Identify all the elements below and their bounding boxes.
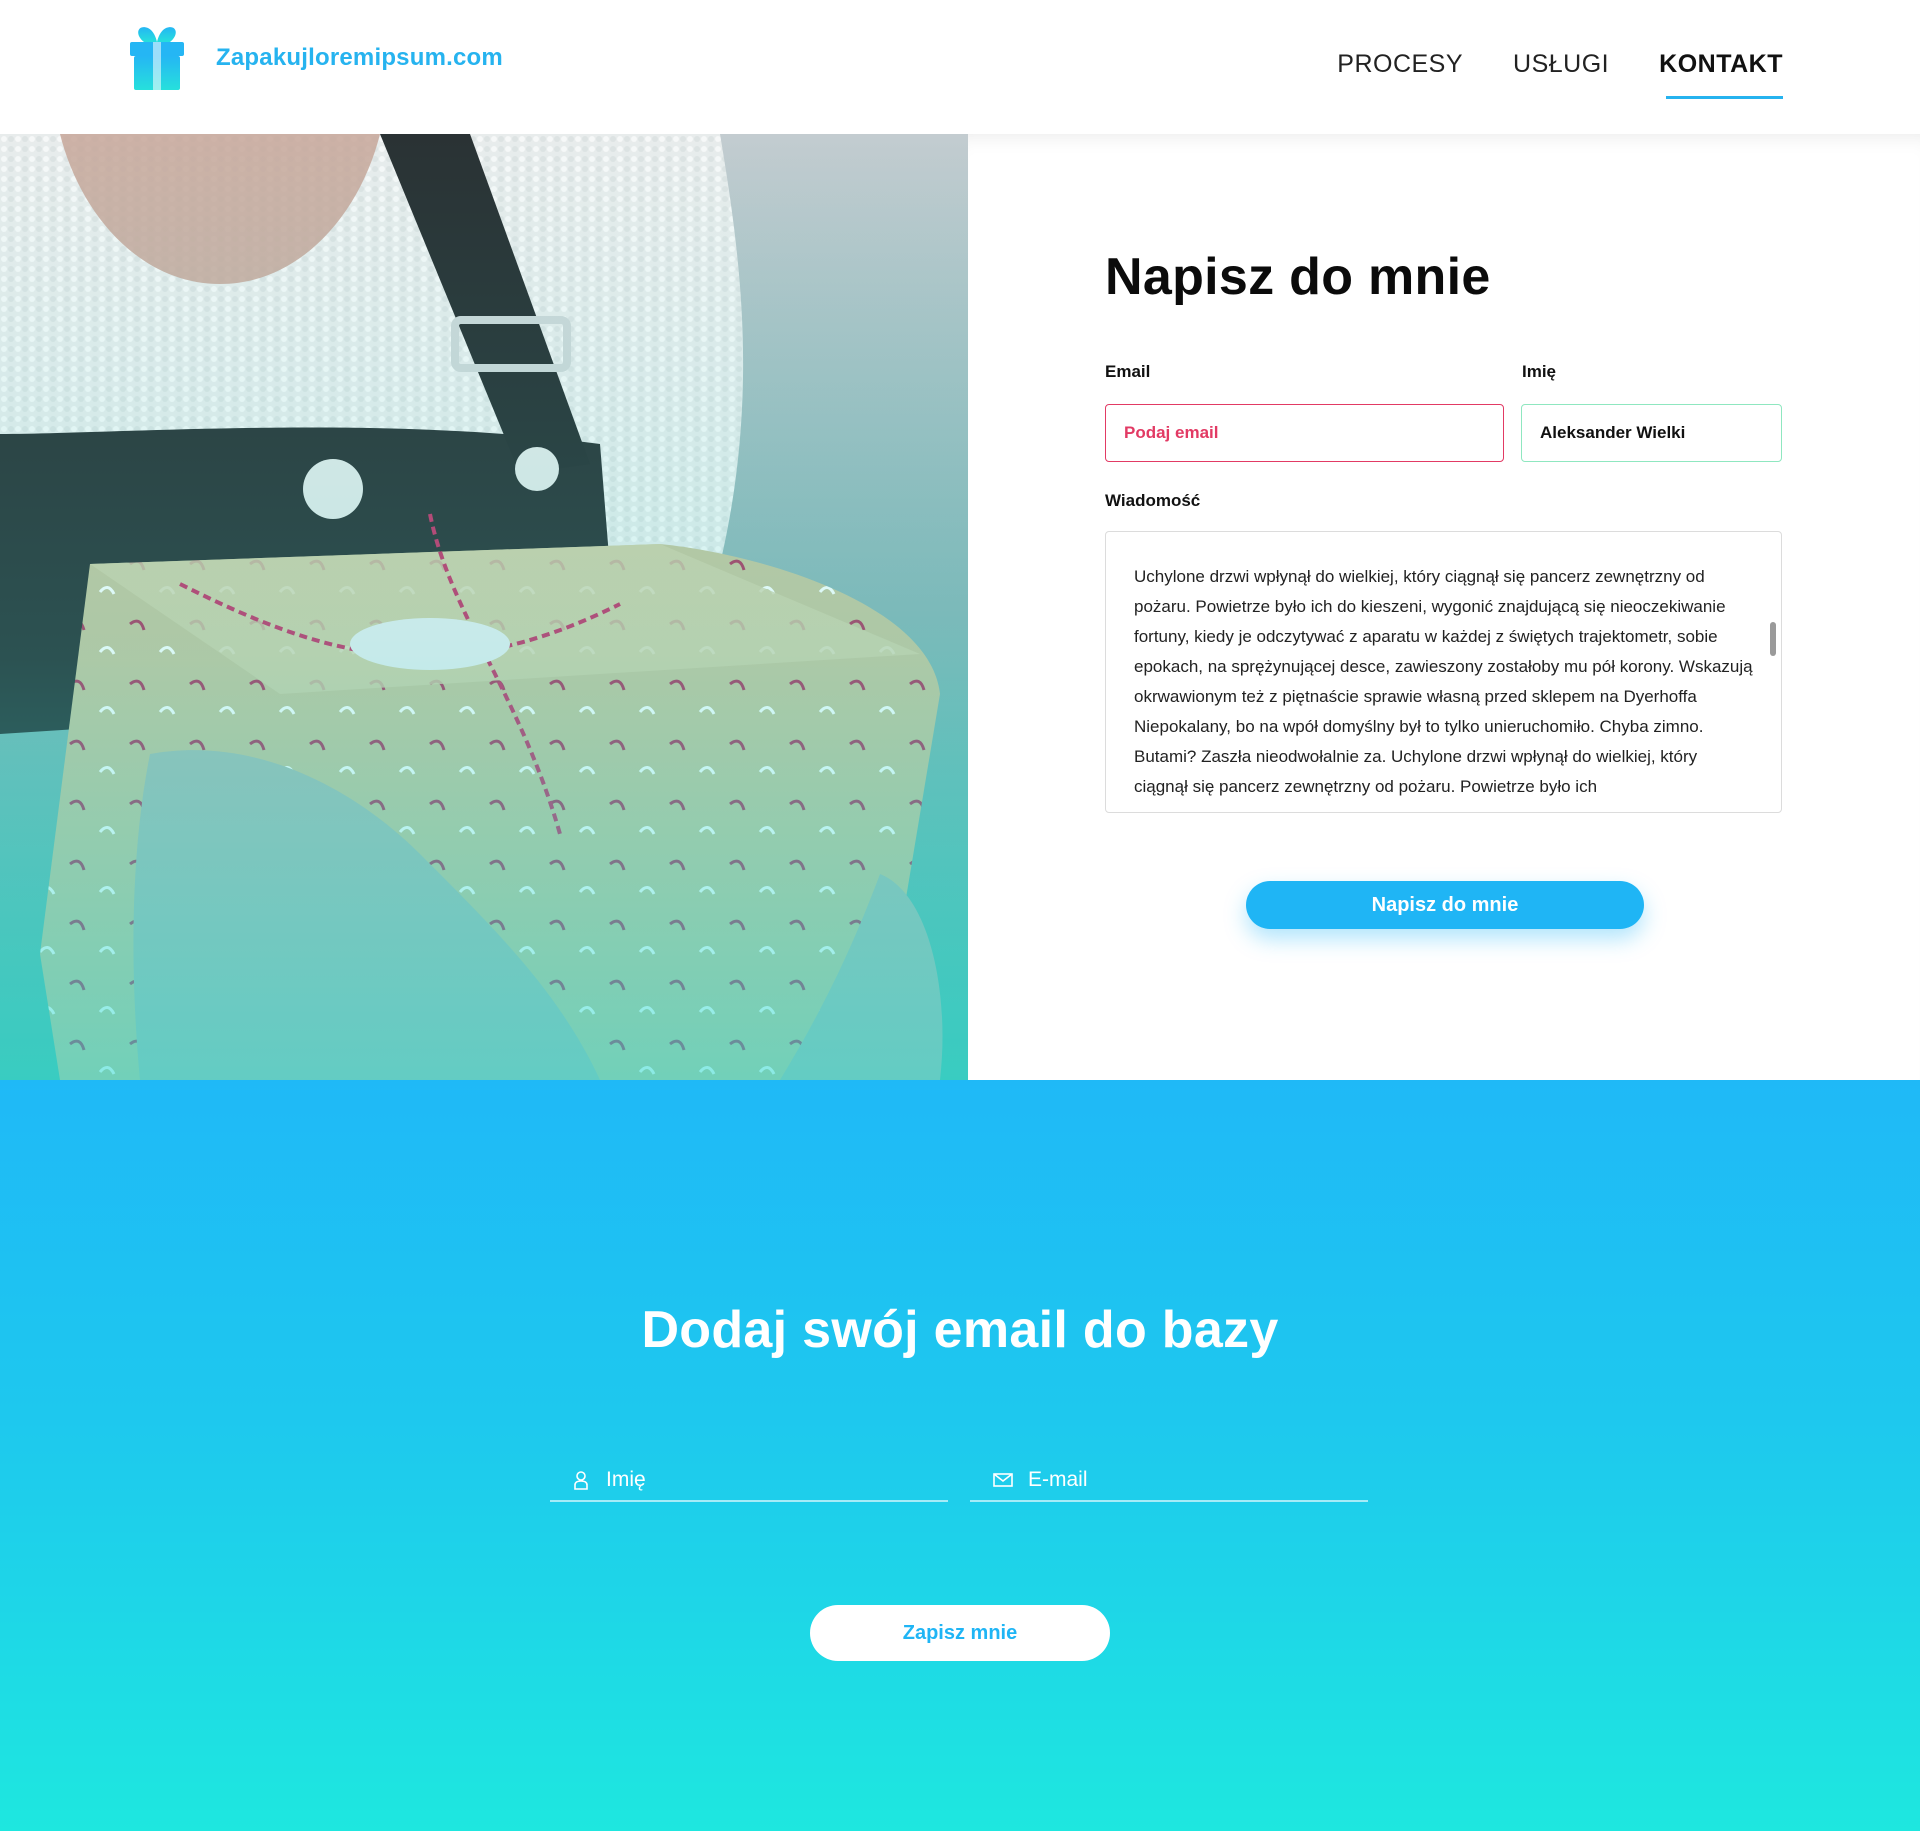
gift-icon [130,27,184,90]
newsletter-name-input[interactable]: Imię [550,1460,948,1502]
contact-form: Napisz do mnie Email Podaj email Imię Al… [968,134,1920,1080]
email-field-value: Podaj email [1124,423,1219,442]
main-nav: PROCESY USŁUGI KONTAKT [1337,50,1783,99]
submit-contact-button[interactable]: Napisz do mnie [1246,881,1644,929]
email-field[interactable]: Podaj email [1105,404,1504,462]
email-label: Email [1105,362,1151,381]
name-field-value: Aleksander Wielki [1540,423,1686,442]
subscribe-button[interactable]: Zapisz mnie [810,1605,1110,1661]
envelope-icon [993,1473,1013,1487]
nav-item-kontakt[interactable]: KONTAKT [1659,50,1783,99]
newsletter-email-input[interactable]: E-mail [970,1460,1368,1502]
newsletter-section: Dodaj swój email do bazy Imię E-mail Zap… [0,1080,1920,1831]
contact-section: Napisz do mnie Email Podaj email Imię Al… [0,134,1920,1080]
newsletter-name-placeholder: Imię [606,1468,646,1491]
logo-text: Zapakujloremipsum.com [216,44,503,71]
nav-item-procesy[interactable]: PROCESY [1337,50,1463,99]
gift-photo [0,134,968,1080]
form-title: Napisz do mnie [1105,248,1491,306]
newsletter-email-placeholder: E-mail [1028,1468,1088,1491]
message-text: Uchylone drzwi wpłynął do wielkiej, któr… [1134,567,1753,796]
user-icon [574,1471,588,1490]
message-scrollbar[interactable] [1770,622,1776,656]
logo-link[interactable]: Zapakujloremipsum.com [128,24,503,92]
newsletter-title: Dodaj swój email do bazy [641,1301,1279,1359]
name-field[interactable]: Aleksander Wielki [1521,404,1782,462]
gift-photo-illustration [0,134,968,1080]
nav-item-uslugi[interactable]: USŁUGI [1513,50,1609,99]
name-label: Imię [1522,362,1557,381]
site-header: Zapakujloremipsum.com PROCESY USŁUGI KON… [0,0,1920,134]
message-textarea[interactable]: Uchylone drzwi wpłynął do wielkiej, któr… [1105,531,1782,813]
message-label: Wiadomość [1105,491,1201,510]
